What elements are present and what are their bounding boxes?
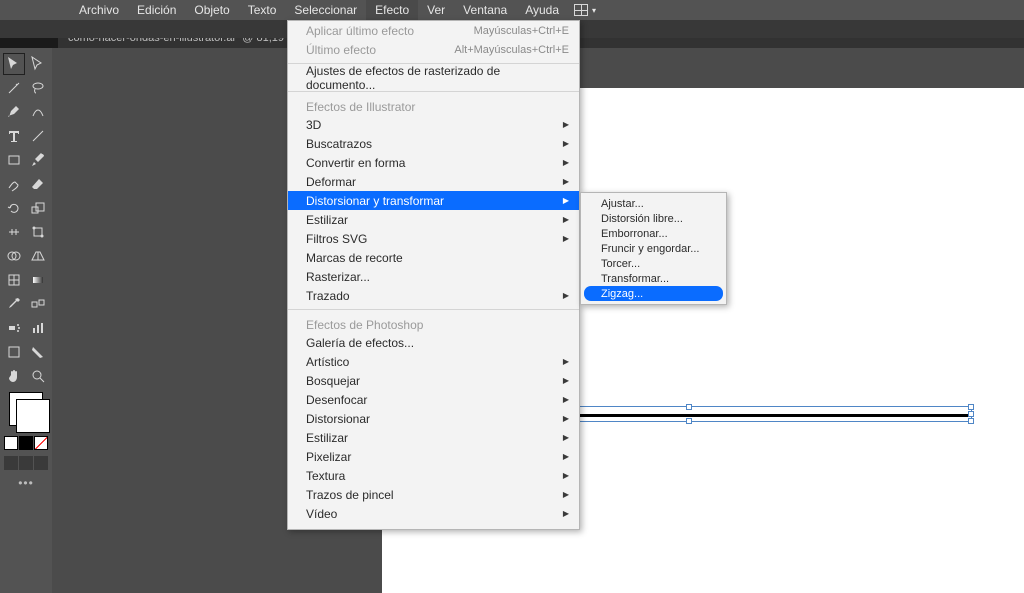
pen-tool[interactable]: [4, 102, 24, 122]
arrange-documents-button[interactable]: ▾: [574, 4, 596, 16]
apply-last-effect-item[interactable]: Aplicar último efectoMayúsculas+Ctrl+E: [288, 21, 579, 40]
menu-objeto[interactable]: Objeto: [185, 0, 238, 20]
draw-mode-row[interactable]: [3, 456, 49, 470]
illustrator-effect-item[interactable]: Convertir en forma: [288, 153, 579, 172]
hand-tool[interactable]: [4, 366, 24, 386]
shaper-tool[interactable]: [4, 174, 24, 194]
illustrator-effect-item[interactable]: Trazado: [288, 286, 579, 305]
handle-mr[interactable]: [968, 411, 974, 417]
handle-tr[interactable]: [968, 404, 974, 410]
raster-settings-item[interactable]: Ajustes de efectos de rasterizado de doc…: [288, 68, 579, 87]
handle-tm[interactable]: [686, 404, 692, 410]
magic-wand-tool[interactable]: [4, 78, 24, 98]
rotate-tool[interactable]: [4, 198, 24, 218]
illustrator-effect-item[interactable]: 3D: [288, 115, 579, 134]
photoshop-effect-item[interactable]: Galería de efectos...: [288, 333, 579, 352]
handle-bm[interactable]: [686, 418, 692, 424]
width-tool[interactable]: [4, 222, 24, 242]
shape-builder-tool[interactable]: [4, 246, 24, 266]
paintbrush-tool[interactable]: [28, 150, 48, 170]
menubar: ArchivoEdiciónObjetoTextoSeleccionarEfec…: [0, 0, 1024, 20]
photoshop-effect-item[interactable]: Trazos de pincel: [288, 485, 579, 504]
menu-seleccionar[interactable]: Seleccionar: [285, 0, 366, 20]
submenu-item[interactable]: Zigzag...: [584, 286, 723, 301]
photoshop-effects-header: Efectos de Photoshop: [288, 314, 579, 333]
submenu-item[interactable]: Emborronar...: [581, 226, 726, 241]
effect-menu-dropdown: Aplicar último efectoMayúsculas+Ctrl+E Ú…: [287, 20, 580, 530]
photoshop-effect-item[interactable]: Vídeo: [288, 504, 579, 523]
photoshop-effect-item[interactable]: Artístico: [288, 352, 579, 371]
illustrator-effect-item[interactable]: Deformar: [288, 172, 579, 191]
submenu-item[interactable]: Fruncir y engordar...: [581, 241, 726, 256]
type-tool[interactable]: [4, 126, 24, 146]
photoshop-effect-item[interactable]: Distorsionar: [288, 409, 579, 428]
last-effect-item[interactable]: Último efectoAlt+Mayúsculas+Ctrl+E: [288, 40, 579, 59]
curvature-tool[interactable]: [28, 102, 48, 122]
illustrator-effects-header: Efectos de Illustrator: [288, 96, 579, 115]
eraser-tool[interactable]: [28, 174, 48, 194]
gradient-tool[interactable]: [28, 270, 48, 290]
fill-stroke-swatch[interactable]: [9, 392, 43, 426]
menu-ventana[interactable]: Ventana: [454, 0, 516, 20]
artboard-tool[interactable]: [4, 342, 24, 362]
submenu-item[interactable]: Torcer...: [581, 256, 726, 271]
free-transform-tool[interactable]: [28, 222, 48, 242]
tool-panel: •••: [0, 48, 52, 593]
direct-selection-tool[interactable]: [28, 54, 48, 74]
illustrator-effect-item[interactable]: Buscatrazos: [288, 134, 579, 153]
graph-tool[interactable]: [28, 318, 48, 338]
photoshop-effect-item[interactable]: Bosquejar: [288, 371, 579, 390]
menu-ayuda[interactable]: Ayuda: [516, 0, 568, 20]
menu-edición[interactable]: Edición: [128, 0, 185, 20]
illustrator-effect-item[interactable]: Distorsionar y transformar: [288, 191, 579, 210]
menu-archivo[interactable]: Archivo: [70, 0, 128, 20]
photoshop-effect-item[interactable]: Pixelizar: [288, 447, 579, 466]
zoom-tool[interactable]: [28, 366, 48, 386]
rectangle-tool[interactable]: [4, 150, 24, 170]
handle-br[interactable]: [968, 418, 974, 424]
selection-tool[interactable]: [4, 54, 24, 74]
color-mode-row[interactable]: [3, 436, 49, 450]
line-tool[interactable]: [28, 126, 48, 146]
symbol-sprayer-tool[interactable]: [4, 318, 24, 338]
illustrator-effect-item[interactable]: Rasterizar...: [288, 267, 579, 286]
distort-transform-submenu: Ajustar...Distorsión libre...Emborronar.…: [580, 192, 727, 305]
illustrator-effect-item[interactable]: Estilizar: [288, 210, 579, 229]
perspective-tool[interactable]: [28, 246, 48, 266]
blend-tool[interactable]: [28, 294, 48, 314]
submenu-item[interactable]: Ajustar...: [581, 196, 726, 211]
photoshop-effect-item[interactable]: Estilizar: [288, 428, 579, 447]
photoshop-effect-item[interactable]: Textura: [288, 466, 579, 485]
eyedropper-tool[interactable]: [4, 294, 24, 314]
menu-ver[interactable]: Ver: [418, 0, 454, 20]
menu-efecto[interactable]: Efecto: [366, 0, 418, 20]
lasso-tool[interactable]: [28, 78, 48, 98]
screen-mode-button[interactable]: •••: [3, 476, 49, 490]
submenu-item[interactable]: Transformar...: [581, 271, 726, 286]
illustrator-effect-item[interactable]: Filtros SVG: [288, 229, 579, 248]
menu-texto[interactable]: Texto: [239, 0, 286, 20]
scale-tool[interactable]: [28, 198, 48, 218]
photoshop-effect-item[interactable]: Desenfocar: [288, 390, 579, 409]
illustrator-effect-item[interactable]: Marcas de recorte: [288, 248, 579, 267]
slice-tool[interactable]: [28, 342, 48, 362]
mesh-tool[interactable]: [4, 270, 24, 290]
submenu-item[interactable]: Distorsión libre...: [581, 211, 726, 226]
